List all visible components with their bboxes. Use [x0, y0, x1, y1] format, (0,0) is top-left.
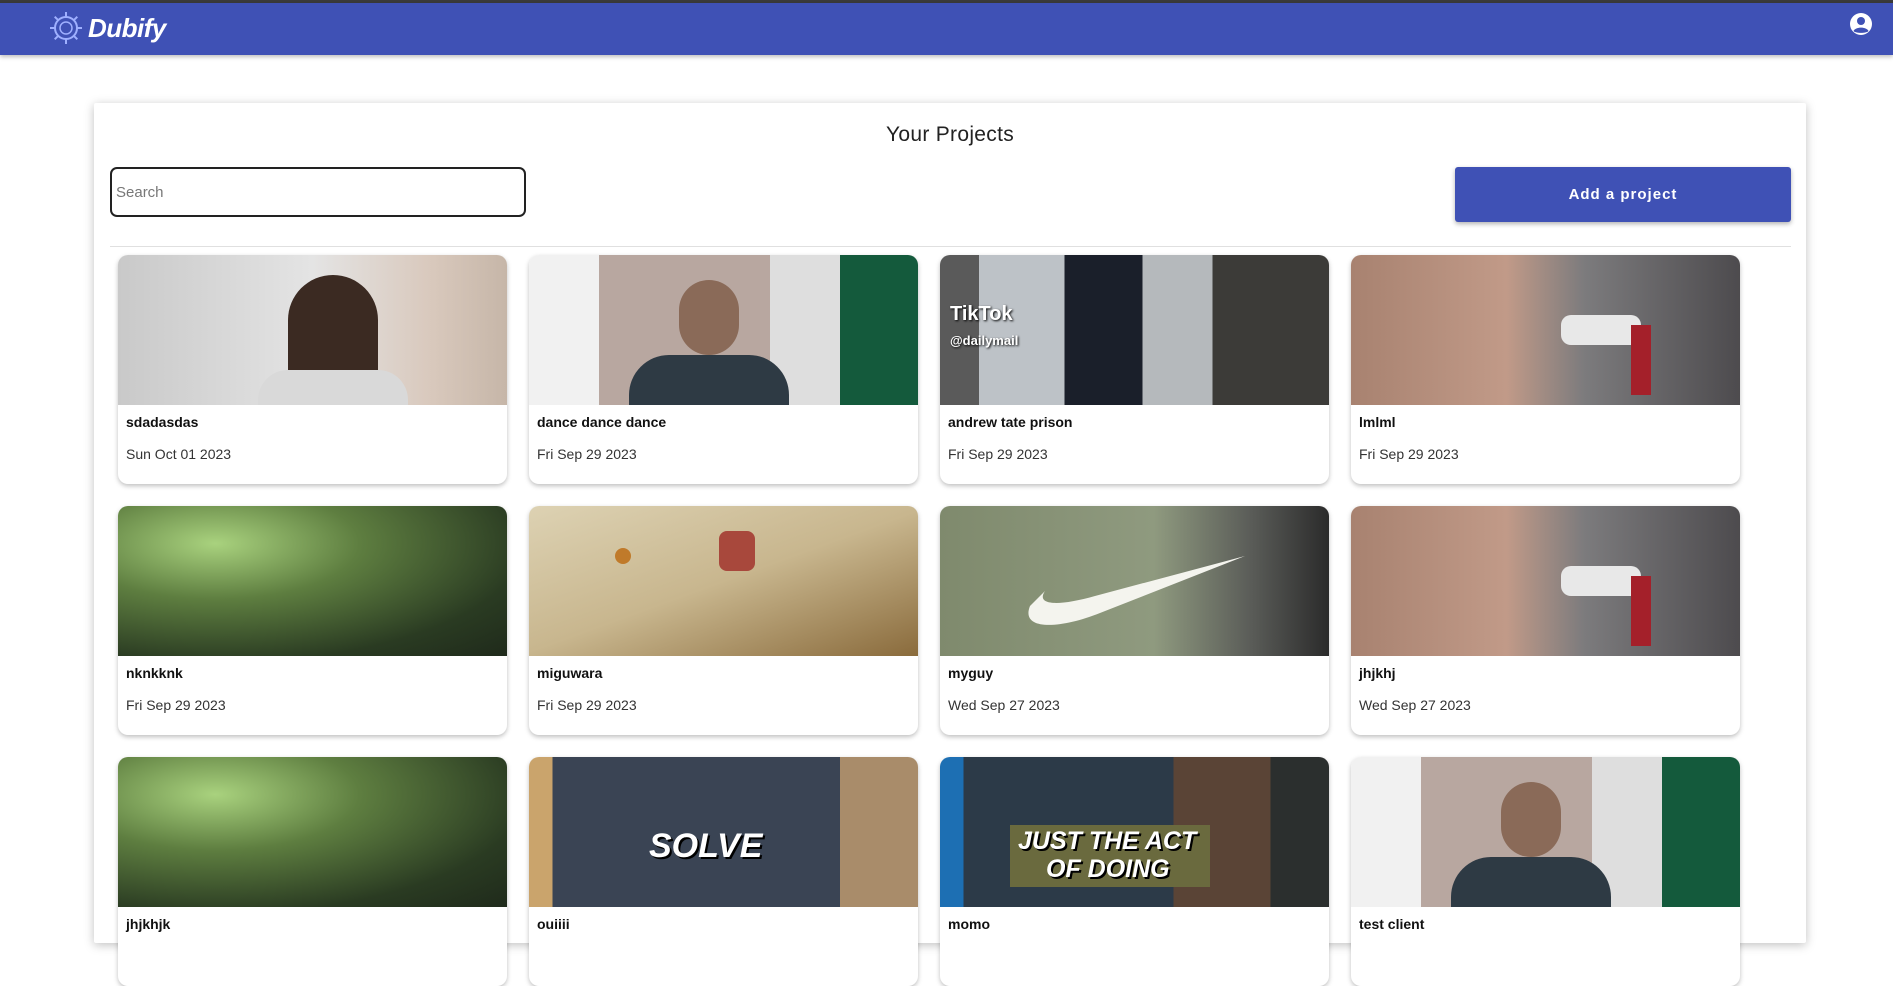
project-name: dance dance dance — [537, 414, 667, 430]
thumbnail-caption-line2: OF DOING — [1046, 855, 1170, 883]
page-title: Your Projects — [885, 123, 1015, 146]
project-date: Fri Sep 29 2023 — [537, 446, 637, 462]
project-card[interactable]: TikTok @dailymail andrew tate prison Fri… — [940, 255, 1329, 484]
thumbnail-tiktok-brand: TikTok — [950, 303, 1013, 325]
project-thumbnail — [118, 757, 507, 907]
project-card[interactable]: myguy Wed Sep 27 2023 — [940, 506, 1329, 735]
project-name: test client — [1359, 916, 1425, 932]
project-name: nknkknk — [126, 665, 183, 681]
project-card[interactable]: miguwara Fri Sep 29 2023 — [529, 506, 918, 735]
project-name: andrew tate prison — [948, 414, 1073, 430]
project-name: miguwara — [537, 665, 603, 681]
swoosh-icon — [1028, 556, 1245, 625]
project-thumbnail — [1351, 506, 1740, 656]
project-name: lmlml — [1359, 414, 1396, 430]
add-project-button[interactable]: Add a project — [1455, 167, 1791, 222]
project-name: momo — [948, 916, 990, 932]
project-name: jhjkhj — [1359, 665, 1396, 681]
project-card[interactable]: nknkknk Fri Sep 29 2023 — [118, 506, 507, 735]
project-card[interactable]: lmlml Fri Sep 29 2023 — [1351, 255, 1740, 484]
project-thumbnail — [118, 255, 507, 405]
project-card[interactable]: test client — [1351, 757, 1740, 986]
project-card[interactable]: dance dance dance Fri Sep 29 2023 — [529, 255, 918, 484]
gear-logo-icon[interactable] — [48, 10, 84, 46]
project-name: myguy — [948, 665, 994, 681]
project-name: jhjkhjk — [126, 916, 171, 932]
divider — [110, 246, 1791, 247]
project-thumbnail — [118, 506, 507, 656]
project-name: sdadasdas — [126, 414, 199, 430]
project-card[interactable]: jhjkhjk — [118, 757, 507, 986]
thumbnail-tiktok-handle: @dailymail — [950, 333, 1019, 348]
project-thumbnail — [1351, 757, 1740, 907]
thumbnail-caption-line1: JUST THE ACT — [1018, 827, 1197, 855]
project-date: Fri Sep 29 2023 — [1359, 446, 1459, 462]
app-bar: Dubify — [0, 3, 1893, 55]
thumbnail-caption: SOLVE — [649, 827, 763, 865]
project-name: ouiiii — [537, 916, 570, 932]
search-input[interactable] — [110, 167, 526, 217]
project-card[interactable]: sdadasdas Sun Oct 01 2023 — [118, 255, 507, 484]
project-card[interactable]: JUST THE ACT OF DOING momo — [940, 757, 1329, 986]
project-thumbnail: SOLVE — [529, 757, 918, 907]
project-thumbnail: TikTok @dailymail — [940, 255, 1329, 405]
project-thumbnail — [940, 506, 1329, 656]
project-card[interactable]: jhjkhj Wed Sep 27 2023 — [1351, 506, 1740, 735]
project-thumbnail — [529, 506, 918, 656]
project-date: Wed Sep 27 2023 — [948, 697, 1060, 713]
project-date: Fri Sep 29 2023 — [126, 697, 226, 713]
project-date: Fri Sep 29 2023 — [537, 697, 637, 713]
project-thumbnail: JUST THE ACT OF DOING — [940, 757, 1329, 907]
brand-name[interactable]: Dubify — [88, 11, 166, 45]
project-date: Fri Sep 29 2023 — [948, 446, 1048, 462]
project-thumbnail — [1351, 255, 1740, 405]
project-thumbnail — [529, 255, 918, 405]
project-card[interactable]: SOLVE ouiiii — [529, 757, 918, 986]
projects-panel: Your Projects Add a project sdadasdas Su… — [94, 103, 1806, 986]
account-circle-icon[interactable] — [1849, 12, 1873, 36]
project-date: Sun Oct 01 2023 — [126, 446, 232, 462]
project-date: Wed Sep 27 2023 — [1359, 697, 1471, 713]
